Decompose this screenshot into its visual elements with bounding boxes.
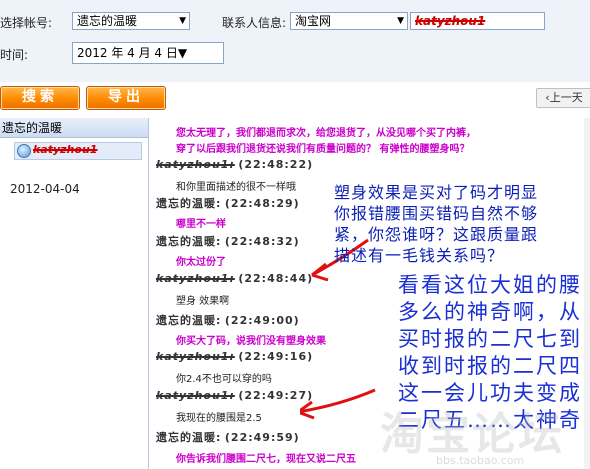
chat-sender: 遗忘的温暖: [156, 314, 222, 327]
chat-sender: 遗忘的温暖: [156, 235, 222, 248]
chat-sender: katyzhou1: [156, 389, 235, 402]
contact-user-value: katyzhou1 [415, 14, 486, 28]
chat-sender: 遗忘的温暖: [156, 197, 222, 210]
chat-header: 遗忘的温暖: (22:48:32) [156, 233, 300, 249]
annotation-line: 你报错腰围买错码自然不够 [334, 204, 539, 223]
annotation-line: 买时报的二尺七到 [398, 327, 582, 351]
chat-message: 塑身 效果啊 [176, 296, 230, 307]
contact-site-value: 淘宝网 [295, 14, 332, 28]
contact-panel [0, 118, 149, 469]
contact-site-select[interactable]: 淘宝网 ▼ [290, 12, 408, 30]
account-select[interactable]: 遗忘的温暖 ▼ [72, 12, 190, 30]
time-label: 时间: [0, 48, 29, 62]
contact-item-label: katyzhou1 [33, 143, 98, 156]
annotation-line: 收到时报的二尺四 [398, 354, 582, 378]
chat-message: 穿了以后跟我们退货还说我们有质量问题的？ 有弹性的腰塑身吗？ [176, 144, 470, 155]
contact-item-katyzhou1[interactable]: katyzhou1 [14, 142, 142, 160]
account-tree-label: 遗忘的温暖 [2, 121, 63, 135]
chevron-down-icon: ▼ [397, 16, 404, 26]
chat-header: 遗忘的温暖: (22:48:29) [156, 195, 300, 211]
chevron-down-icon: ▼ [179, 16, 186, 26]
chat-message: 我现在的腰围是2.5 [176, 413, 262, 424]
watermark-text: 淘宝论坛 [380, 409, 564, 460]
annotation-line: 紧，你怨谁呀？这跟质量跟 [334, 225, 539, 244]
prev-day-button[interactable]: ‹上一天 [536, 88, 590, 108]
chat-time: (22:49:00) [224, 314, 300, 327]
annotation-note-1: 塑身效果是买对了码才明显 你报错腰围买错码自然不够 紧，你怨谁呀？这跟质量跟 描… [334, 182, 538, 266]
contact-user-input[interactable]: katyzhou1 [410, 12, 545, 30]
chat-header: katyzhou1: (22:48:44) [156, 272, 313, 285]
user-icon [17, 144, 31, 158]
chat-sender: katyzhou1: [156, 272, 235, 285]
chat-header: katyzhou1: (22:49:16) [156, 350, 313, 363]
chat-message: 你2.4不也可以穿的吗 [176, 374, 272, 385]
chat-header: katyzhou1: (22:48:22) [156, 158, 313, 171]
chat-sender: katyzhou1: [156, 158, 235, 171]
chat-time: (22:48:22) [238, 158, 314, 171]
chat-message: 哪里不一样 [176, 219, 226, 230]
account-label: 选择帐号: [0, 16, 53, 30]
chat-header: katyzhou1: (22:49:27) [156, 389, 313, 402]
chat-message: 你太过份了 [176, 257, 226, 268]
annotation-line: 多么的神奇啊，从 [398, 300, 582, 324]
annotation-line: 看看这位大姐的腰 [398, 273, 582, 297]
chat-time: (22:48:29) [224, 197, 300, 210]
watermark-url: bbs.taobao.com [436, 454, 525, 467]
annotation-line: 描述有一毛钱关系吗？ [334, 246, 505, 265]
chat-message: 你告诉我们腰围二尺七，现在又说二尺五 [176, 454, 356, 465]
chat-message: 您太无理了，我们都退而求次，给您退货了，从没见哪个买了内裤， [176, 128, 476, 139]
chat-header: 遗忘的温暖: (22:49:59) [156, 429, 300, 445]
chat-sender: 遗忘的温暖: [156, 431, 222, 444]
export-button[interactable]: 导出 [86, 86, 166, 110]
prev-day-label: 上一天 [549, 91, 583, 104]
chat-date-item[interactable]: 2012-04-04 [10, 182, 80, 196]
contact-label: 联系人信息: [222, 16, 287, 30]
date-picker[interactable]: 2012 年 4 月 4 日▼ [72, 42, 224, 64]
chat-time: (22:48:32) [224, 235, 300, 248]
date-picker-value: 2012 年 4 月 4 日▼ [77, 46, 188, 60]
chat-time: (22:49:59) [224, 431, 300, 444]
chat-header: 遗忘的温暖: (22:49:00) [156, 312, 300, 328]
account-select-value: 遗忘的温暖 [77, 14, 138, 28]
watermark: 淘宝论坛 bbs.taobao.com [380, 398, 590, 468]
search-button[interactable]: 搜索 [0, 86, 80, 110]
annotation-line: 塑身效果是买对了码才明显 [334, 183, 539, 202]
chat-message: 和你里面描述的很不一样哦 [176, 182, 296, 193]
account-tree-header[interactable]: 遗忘的温暖 [0, 118, 148, 138]
chat-sender: katyzhou1: [156, 350, 235, 363]
